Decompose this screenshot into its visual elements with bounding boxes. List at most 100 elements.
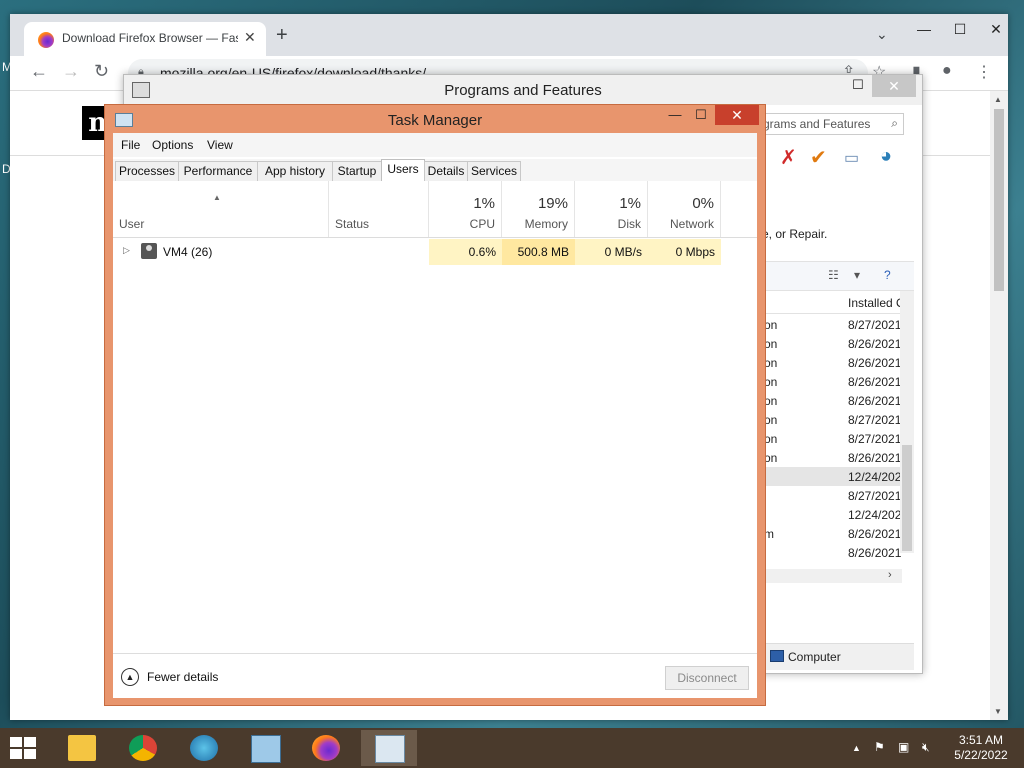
page-scrollbar[interactable]: ▲ ▼ <box>990 91 1008 720</box>
column-user[interactable]: ▲ User <box>113 181 329 237</box>
fewer-details-link[interactable]: Fewer details <box>147 670 218 684</box>
view-dropdown-caret-icon[interactable]: ▾ <box>854 268 860 282</box>
tm-close-button[interactable]: ✕ <box>715 105 759 125</box>
column-cpu[interactable]: 1% CPU <box>429 181 502 237</box>
back-arrow-icon[interactable]: ← <box>30 61 48 82</box>
globe-shell-icon[interactable]: ◕ <box>880 145 892 168</box>
program-name: on <box>764 318 778 332</box>
paf-column-header[interactable]: Installed On <box>764 291 912 314</box>
paf-search-input[interactable]: grams and Features ⌕ <box>758 113 904 135</box>
tab-services[interactable]: Services <box>467 161 521 181</box>
column-status[interactable]: Status <box>329 181 429 237</box>
program-row[interactable]: on 8/27/2021 <box>764 429 902 448</box>
tm-titlebar[interactable]: Task Manager — ☐ ✕ <box>105 105 765 133</box>
file-explorer-taskbar-icon[interactable] <box>54 730 110 766</box>
scroll-down-arrow-icon[interactable]: ▼ <box>994 707 1002 716</box>
paf-minimize-button[interactable]: ☐ <box>844 77 872 93</box>
paf-list-scrollbar[interactable] <box>900 291 914 553</box>
menu-options[interactable]: Options <box>152 138 193 152</box>
menu-view[interactable]: View <box>207 138 233 152</box>
program-row[interactable]: on 8/26/2021 <box>764 334 902 353</box>
tm-maximize-button[interactable]: ☐ <box>687 107 715 123</box>
header-divider <box>113 237 757 238</box>
network-icon[interactable]: ▣ <box>898 740 909 754</box>
program-row[interactable]: on 8/27/2021 <box>764 315 902 334</box>
program-row[interactable]: on 8/26/2021 <box>764 391 902 410</box>
new-tab-button[interactable]: + <box>276 24 288 47</box>
tab-search-chevron-icon[interactable]: ⌄ <box>876 26 888 43</box>
tab-users[interactable]: Users <box>381 159 425 182</box>
volume-muted-icon[interactable]: 🔇︎ <box>922 740 930 755</box>
user-row[interactable]: ▷ VM4 (26) 0.6% 500.8 MB 0 MB/s 0 Mbps <box>113 239 757 265</box>
column-memory[interactable]: 19% Memory <box>502 181 575 237</box>
tray-overflow-caret-icon[interactable]: ▲ <box>852 743 861 753</box>
menu-file[interactable]: File <box>121 138 140 152</box>
chrome-tabstrip: Download Firefox Browser — Fast, Private… <box>10 14 1008 56</box>
tab-performance[interactable]: Performance <box>178 161 258 181</box>
chrome-taskbar-icon[interactable] <box>115 730 171 766</box>
program-row[interactable]: 12/24/2022 <box>764 505 908 524</box>
program-installed-date: 8/27/2021 <box>848 318 902 332</box>
close-button[interactable]: ✕ <box>978 14 1014 44</box>
tab-close-icon[interactable]: ✕ <box>244 29 256 46</box>
tab-startup[interactable]: Startup <box>332 161 382 181</box>
maximize-button[interactable]: ☐ <box>942 14 978 44</box>
control-panel-taskbar-icon[interactable] <box>237 730 293 766</box>
scrollbar-thumb[interactable] <box>994 109 1004 291</box>
expand-arrow-icon[interactable]: ▷ <box>123 245 130 256</box>
program-row[interactable]: on 8/26/2021 <box>764 372 902 391</box>
paf-status-text: Computer <box>788 650 841 664</box>
column-network[interactable]: 0% Network <box>648 181 721 237</box>
user-cpu: 0.6% <box>429 239 502 265</box>
paf-close-button[interactable]: ✕ <box>872 75 916 97</box>
chevron-up-circle-icon[interactable]: ▲ <box>121 668 139 686</box>
program-name: on <box>764 451 778 465</box>
disconnect-button[interactable]: Disconnect <box>665 666 749 690</box>
tm-minimize-button[interactable]: — <box>661 107 689 122</box>
program-name: on <box>764 413 778 427</box>
action-center-flag-icon[interactable]: ⚑ <box>874 740 885 754</box>
program-row[interactable]: 8/27/2021 <box>764 486 902 505</box>
windows-start-icon[interactable] <box>10 737 38 761</box>
program-row[interactable]: on 8/26/2021 <box>764 353 902 372</box>
tab-processes[interactable]: Processes <box>115 161 179 181</box>
paf-titlebar: Programs and Features ☐ ✕ <box>124 75 922 105</box>
column-disk[interactable]: 1% Disk <box>575 181 648 237</box>
window-card-icon[interactable]: ▭ <box>844 148 859 168</box>
scroll-right-arrow-icon[interactable]: › <box>888 569 892 581</box>
scroll-up-arrow-icon[interactable]: ▲ <box>994 95 1002 104</box>
user-name: VM4 (26) <box>163 245 213 259</box>
reload-icon[interactable]: ↻ <box>94 61 109 82</box>
paf-toolbar-icons: ✗ ✔ ▭ ◕ <box>760 143 910 173</box>
user-account-icon <box>141 243 157 259</box>
user-disk: 0 MB/s <box>575 239 648 265</box>
menu-kebab-icon[interactable]: ⋮ <box>976 62 992 82</box>
paf-status-bar: Computer <box>764 643 914 670</box>
checkmark-icon[interactable]: ✔ <box>810 145 827 170</box>
help-icon[interactable]: ? <box>884 268 891 282</box>
paf-search-placeholder: grams and Features <box>763 117 871 131</box>
forward-arrow-icon[interactable]: → <box>62 61 80 82</box>
search-icon: ⌕ <box>891 116 898 130</box>
firefox-taskbar-icon[interactable] <box>298 730 354 766</box>
program-row[interactable]: 12/24/2022 <box>764 467 908 486</box>
uninstall-x-icon[interactable]: ✗ <box>780 145 797 170</box>
paf-scrollbar-thumb[interactable] <box>902 445 912 551</box>
program-installed-date: 8/26/2021 <box>848 527 902 541</box>
minimize-button[interactable]: — <box>906 14 942 44</box>
task-manager-taskbar-icon[interactable] <box>361 730 417 766</box>
shell-app-taskbar-icon[interactable] <box>176 730 232 766</box>
program-row[interactable]: on 8/27/2021 <box>764 410 902 429</box>
browser-tab[interactable]: Download Firefox Browser — Fast, Private… <box>24 22 266 56</box>
program-row[interactable]: m 8/26/2021 <box>764 524 902 543</box>
tab-title: Download Firefox Browser — Fast, Private… <box>62 31 238 45</box>
column-disk-label: Disk <box>617 217 641 231</box>
program-row[interactable]: on 8/26/2021 <box>764 448 902 467</box>
tab-details[interactable]: Details <box>424 161 468 181</box>
program-row[interactable]: 8/26/2021 <box>764 543 902 562</box>
paf-horizontal-scrollbar[interactable]: › <box>764 569 902 583</box>
profile-avatar-icon[interactable]: ● <box>942 62 952 80</box>
tab-app-history[interactable]: App history <box>257 161 333 181</box>
view-options-icon[interactable]: ☷ <box>828 268 839 282</box>
system-clock[interactable]: 3:51 AM 5/22/2022 <box>946 733 1016 763</box>
